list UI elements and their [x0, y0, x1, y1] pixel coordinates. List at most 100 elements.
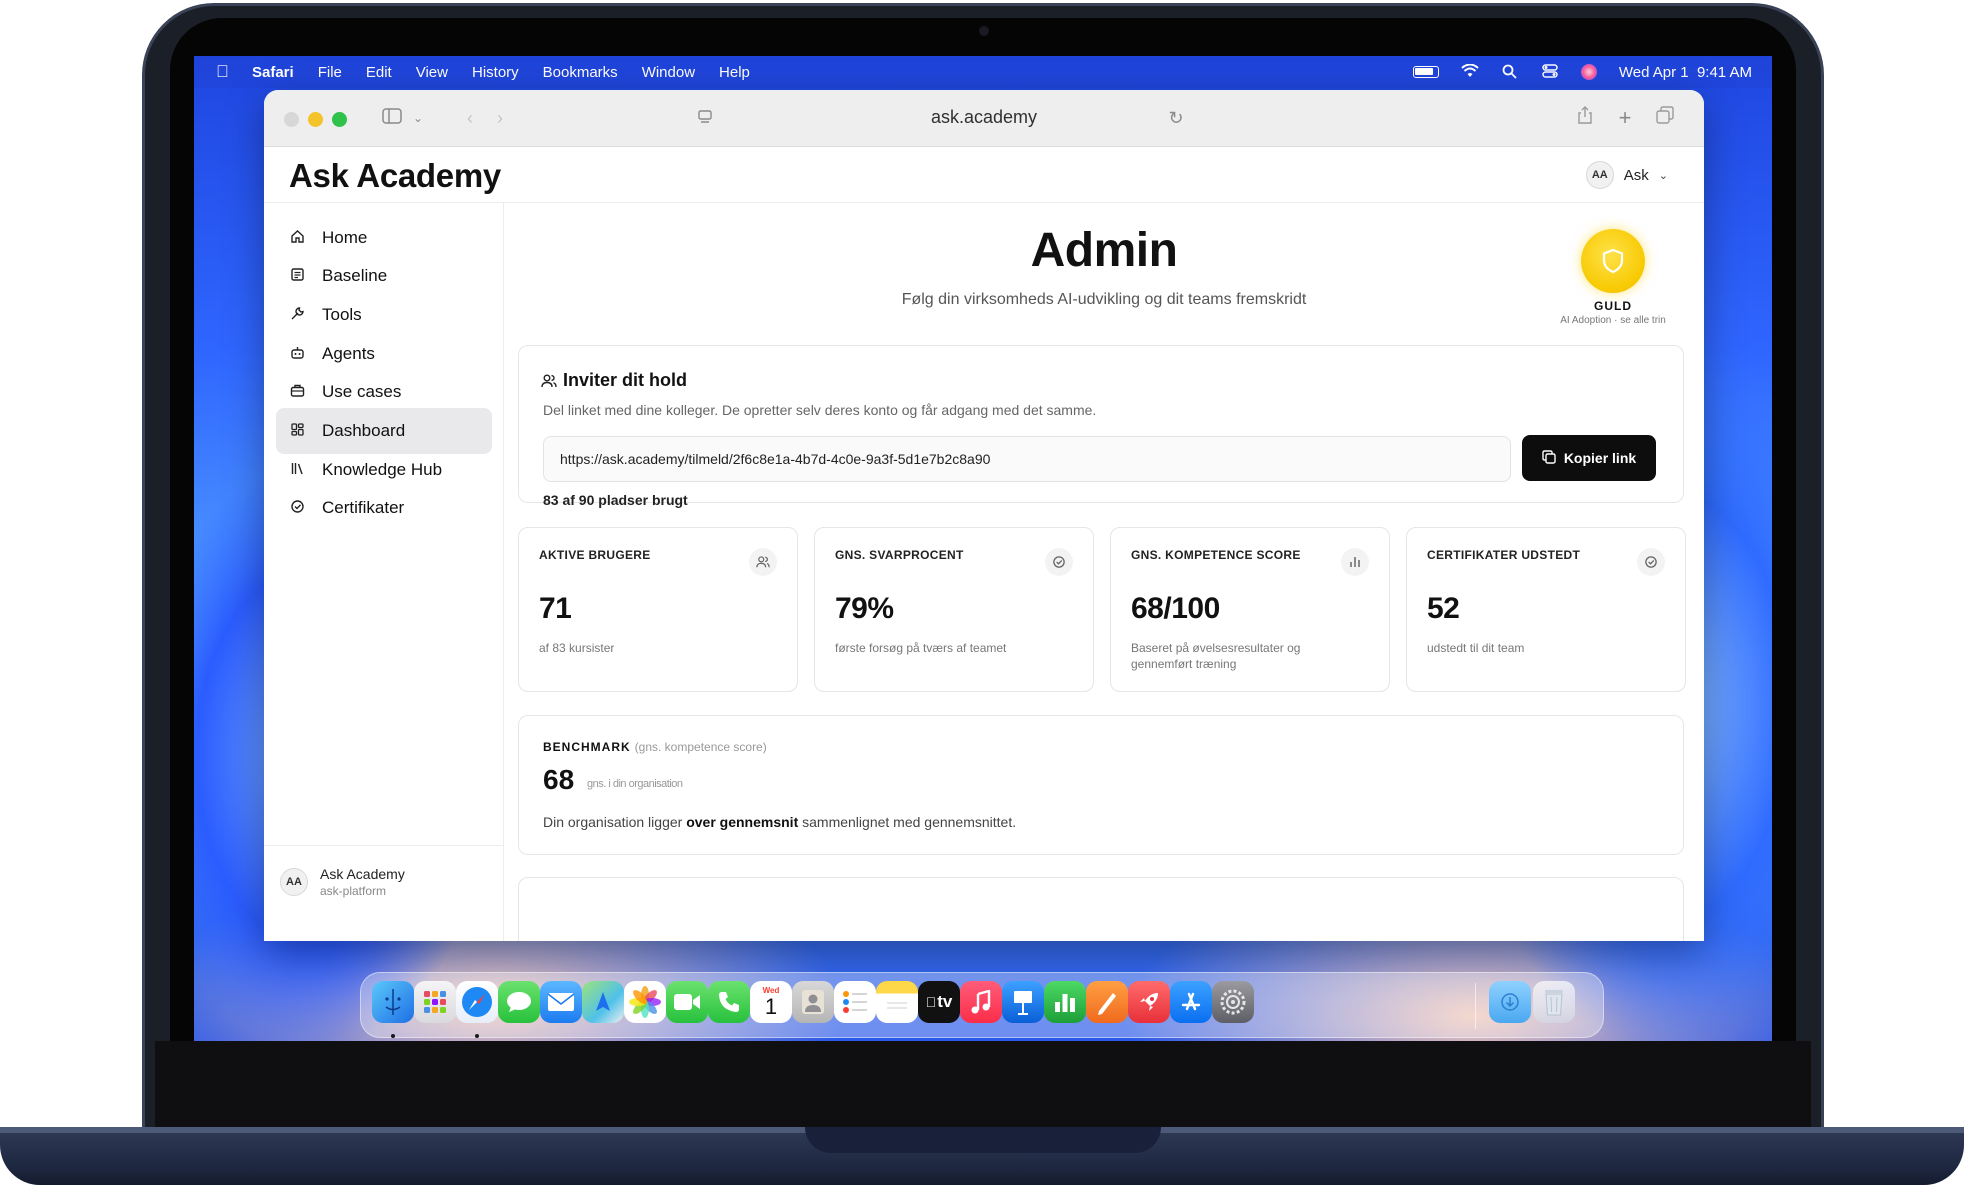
camera: [979, 26, 989, 36]
menu-history[interactable]: History: [472, 64, 519, 81]
launchpad-icon[interactable]: [414, 981, 456, 1023]
wifi-icon[interactable]: [1461, 63, 1479, 80]
maps-icon[interactable]: [582, 981, 624, 1023]
sidebar-item-label: Home: [322, 228, 368, 247]
stat-card-response-rate: GNS. SVARPROCENT 79% første forsøg på tv…: [814, 527, 1094, 692]
mail-icon[interactable]: [540, 981, 582, 1023]
pages-icon[interactable]: [1086, 981, 1128, 1023]
main-content: Admin Følg din virksomheds AI-udvikling …: [504, 203, 1704, 941]
control-center-icon[interactable]: [1541, 64, 1559, 80]
sidebar-item-label: Knowledge Hub: [322, 460, 443, 479]
user-name: Ask: [1623, 166, 1649, 184]
stat-card-active-users: AKTIVE BRUGERE 71 af 83 kursister: [518, 527, 798, 692]
phone-icon[interactable]: [708, 981, 750, 1023]
reload-icon[interactable]: ↻: [1166, 106, 1186, 130]
menu-view[interactable]: View: [416, 64, 448, 81]
menu-window[interactable]: Window: [642, 64, 695, 81]
invite-link-input[interactable]: [543, 436, 1511, 482]
tv-app-label: tv: [931, 992, 952, 1011]
badge-sublabel[interactable]: AI Adoption · se alle trin: [1529, 315, 1697, 326]
finder-icon[interactable]: [372, 981, 414, 1023]
sidebar-item-label: Tools: [322, 305, 362, 324]
stat-value: 71: [539, 592, 572, 625]
spotlight-search-icon[interactable]: [1501, 64, 1519, 80]
menu-bar:  Safari File Edit View History Bookmark…: [194, 56, 1772, 88]
photos-icon[interactable]: [624, 981, 666, 1023]
dock-running-indicator: [391, 1034, 395, 1038]
address-bar[interactable]: ask.academy: [264, 107, 1704, 128]
apple-tv-icon[interactable]:  tv: [918, 981, 960, 1023]
stat-label: GNS. KOMPETENCE SCORE: [1131, 548, 1301, 562]
page-title: Admin: [1030, 224, 1178, 277]
benchmark-label: BENCHMARK (gns. kompetence score): [543, 740, 767, 754]
home-icon: [288, 229, 306, 247]
calendar-icon[interactable]: Wed 1: [750, 981, 792, 1023]
safari-icon[interactable]: [456, 981, 498, 1023]
menu-edit[interactable]: Edit: [366, 64, 392, 81]
user-menu[interactable]: AA Ask ⌄: [1585, 161, 1668, 189]
gold-badge[interactable]: [1581, 229, 1645, 293]
menu-bookmarks[interactable]: Bookmarks: [543, 64, 618, 81]
menu-file[interactable]: File: [318, 64, 342, 81]
apple-icon[interactable]: : [216, 63, 234, 81]
invite-description: Del linket med dine kolleger. De oprette…: [543, 402, 1097, 418]
avatar: AA: [1585, 161, 1614, 189]
music-icon[interactable]: [960, 981, 1002, 1023]
downloads-folder-icon[interactable]: [1489, 981, 1531, 1023]
system-settings-icon[interactable]: [1212, 981, 1254, 1023]
trash-icon[interactable]: [1533, 981, 1575, 1023]
document-icon: [288, 267, 306, 285]
sidebar-account[interactable]: AA Ask Academy ask-platform: [264, 845, 504, 941]
sidebar-item-label: Dashboard: [322, 421, 406, 440]
stat-description: udstedt til dit team: [1427, 641, 1525, 655]
keynote-icon[interactable]: [1002, 981, 1044, 1023]
check-circle-icon: [288, 499, 306, 517]
grid-icon: [288, 422, 306, 440]
reminders-icon[interactable]: [834, 981, 876, 1023]
browser-toolbar: ⌄ ‹ › ask.academy ↻ +: [264, 90, 1704, 147]
contacts-icon[interactable]: [792, 981, 834, 1023]
page-subtitle: Følg din virksomheds AI-udvikling og dit…: [901, 291, 1307, 308]
facetime-icon[interactable]: [666, 981, 708, 1023]
account-name: Ask Academy: [320, 866, 405, 882]
menu-help[interactable]: Help: [719, 64, 750, 81]
laptop-chin: [155, 1041, 1811, 1127]
benchmark-value: 68: [543, 764, 575, 795]
battery-icon[interactable]: [1412, 66, 1439, 78]
badge-label: GULD: [1594, 299, 1632, 313]
chevron-down-icon: ⌄: [1658, 169, 1668, 182]
benchmark-summary: Din organisation ligger over gennemsnit …: [543, 814, 1016, 830]
sidebar-item-label: Agents: [322, 344, 375, 363]
desktop-screen:  Safari File Edit View History Bookmark…: [194, 56, 1772, 1041]
dock-separator: [1475, 983, 1476, 1029]
benchmark-subtitle: (gns. kompetence score): [634, 740, 767, 754]
bar-chart-icon: [1341, 548, 1369, 576]
account-workspace: ask-platform: [320, 884, 387, 898]
check-circle-icon: [1045, 548, 1073, 576]
tab-overview-icon[interactable]: [1654, 106, 1676, 130]
invite-card: Inviter dit hold Del linket med dine kol…: [518, 345, 1684, 508]
menu-app-name[interactable]: Safari: [252, 64, 294, 81]
messages-icon[interactable]: [498, 981, 540, 1023]
sidebar-item-label: Certifikater: [322, 498, 405, 517]
sidebar-item-certifikater[interactable]: Certifikater: [276, 485, 492, 531]
rocket-app-icon[interactable]: [1128, 981, 1170, 1023]
new-tab-icon[interactable]: +: [1614, 106, 1636, 130]
share-icon[interactable]: [1574, 106, 1596, 130]
stat-label: AKTIVE BRUGERE: [539, 548, 651, 562]
stat-value: 68/100: [1131, 592, 1220, 625]
dock: Wed 1  tv: [360, 972, 1604, 1038]
app-store-icon[interactable]: [1170, 981, 1212, 1023]
brand-logo[interactable]: Ask Academy: [289, 157, 501, 195]
copy-link-button[interactable]: Kopier link: [1522, 435, 1656, 481]
menu-bar-clock[interactable]: Wed Apr 1 9:41 AM: [1619, 64, 1752, 81]
benchmark-text-post: sammenlignet med gennemsnittet.: [798, 814, 1017, 830]
stat-description: Baseret på øvelsesresultater og gennemfø…: [1131, 641, 1301, 671]
sidebar-item-label: Baseline: [322, 266, 388, 285]
notes-icon[interactable]: [876, 981, 918, 1023]
robot-icon: [288, 345, 306, 363]
badge-icon: [1637, 548, 1665, 576]
siri-icon[interactable]: [1580, 64, 1597, 80]
copy-link-label: Kopier link: [1563, 450, 1637, 466]
numbers-icon[interactable]: [1044, 981, 1086, 1023]
